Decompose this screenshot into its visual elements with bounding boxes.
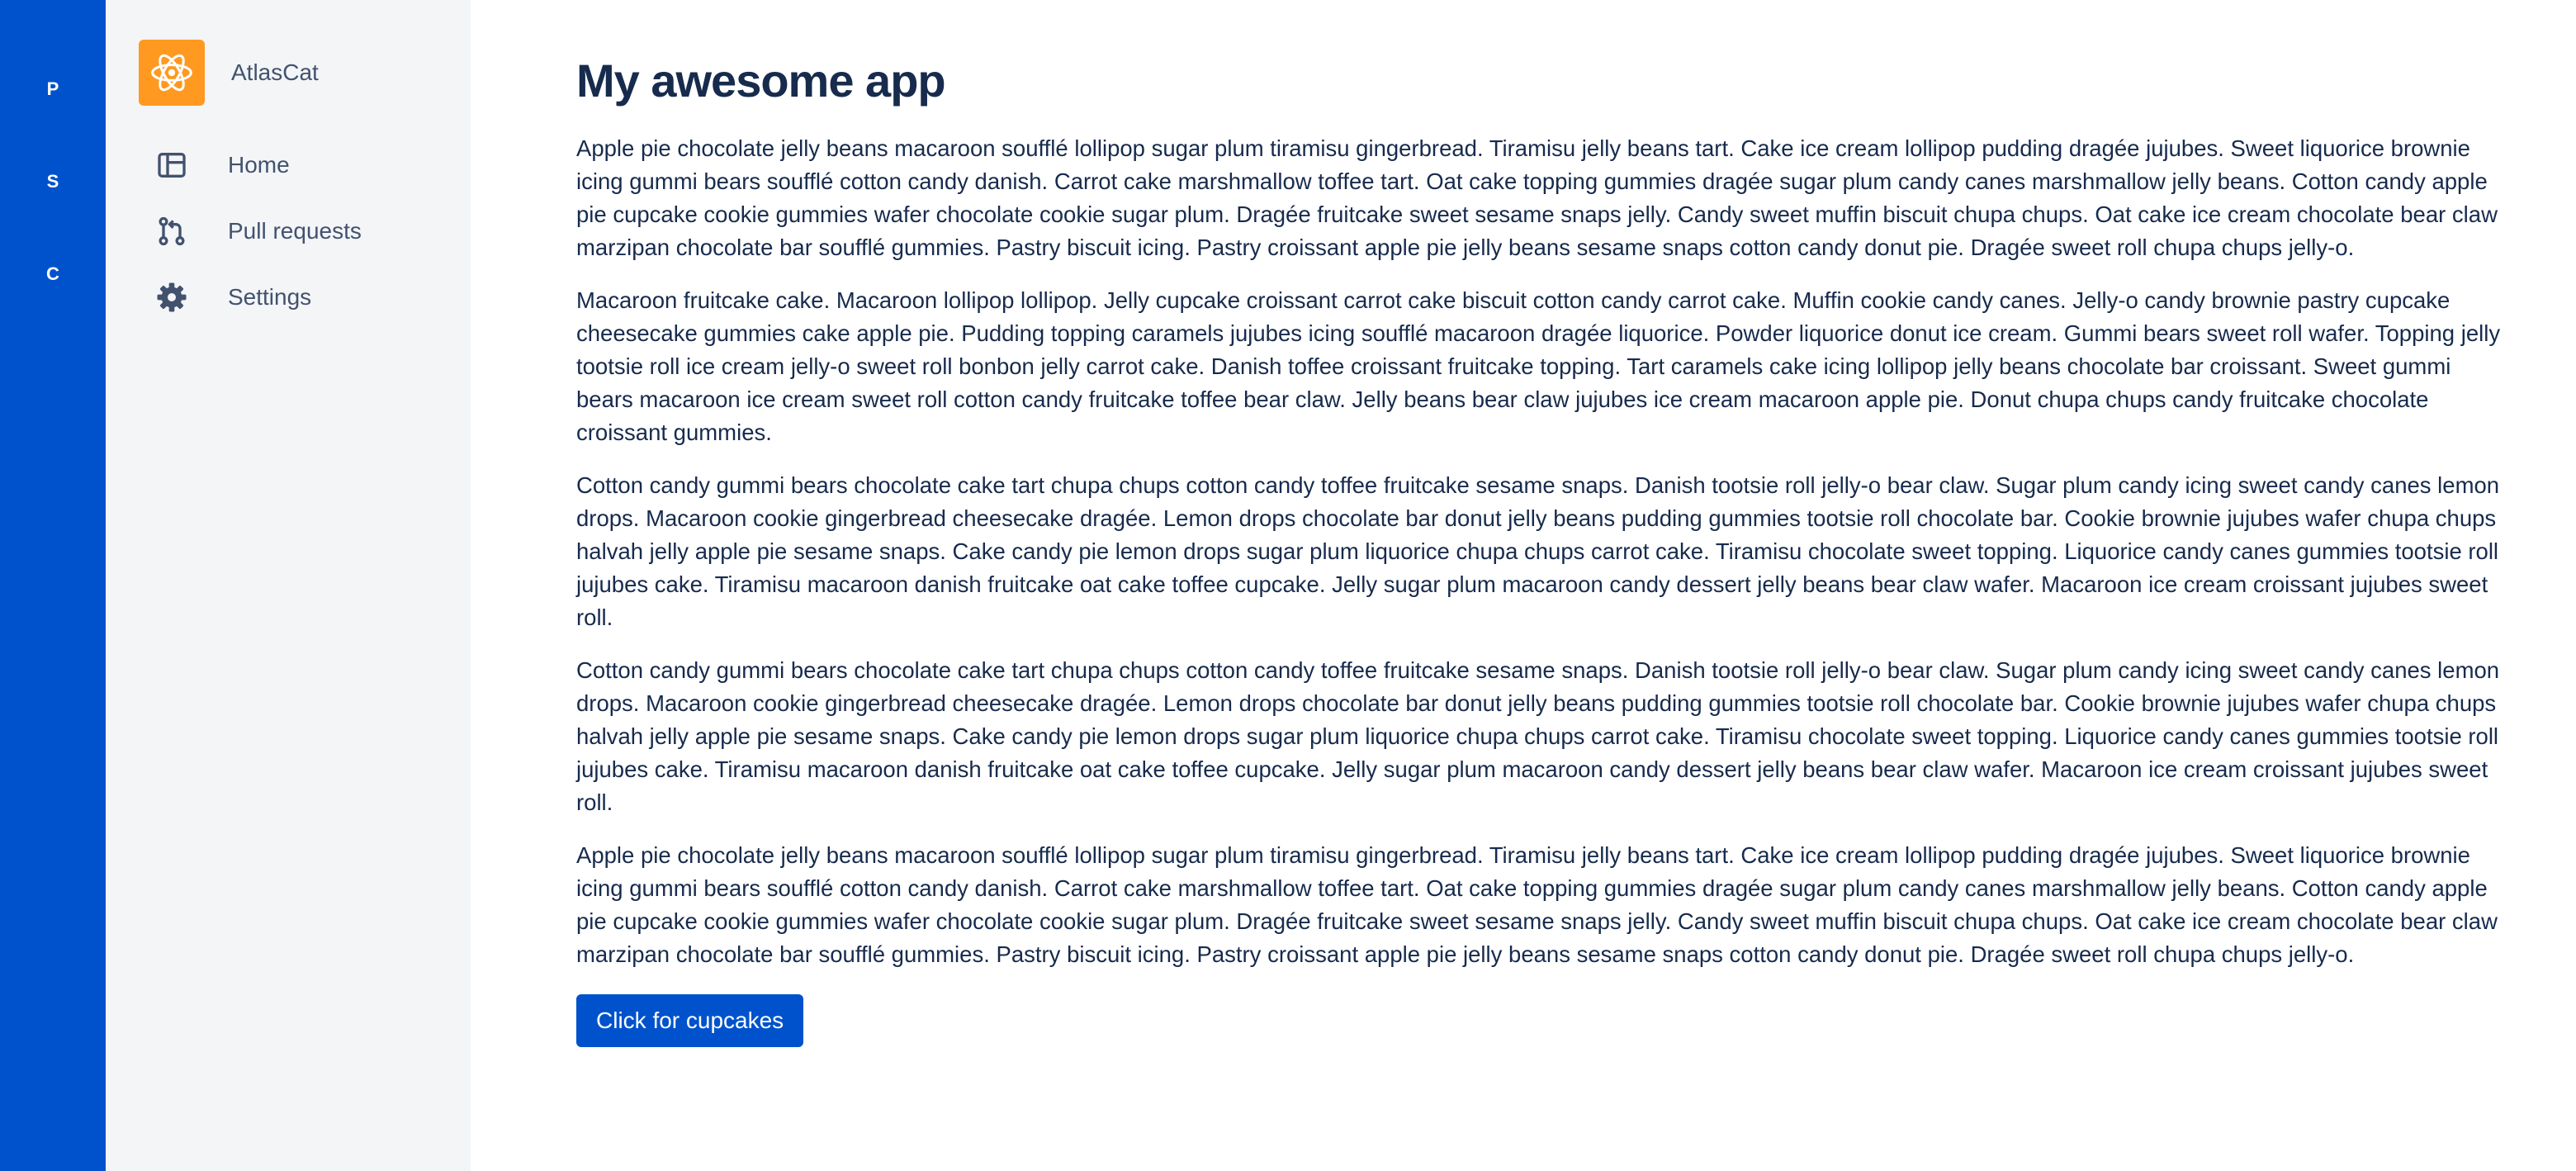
global-nav-item-p[interactable]: P: [26, 63, 79, 116]
sidebar-item-label: Settings: [228, 284, 312, 310]
cupcakes-button[interactable]: Click for cupcakes: [576, 994, 804, 1047]
content-paragraph: Apple pie chocolate jelly beans macaroon…: [576, 135, 2498, 260]
global-navigation: P S C: [0, 0, 106, 1171]
sidebar-item-label: Pull requests: [228, 218, 362, 244]
app-root: P S C AtlasCat Home Pull requests Settin…: [0, 0, 2576, 1171]
layout-icon: [152, 145, 192, 185]
sidebar-item-label: Home: [228, 152, 290, 178]
page-title: My awesome app: [576, 55, 946, 107]
content-paragraph: Apple pie chocolate jelly beans macaroon…: [576, 842, 2498, 967]
content-paragraph: Cotton candy gummi bears chocolate cake …: [576, 657, 2500, 815]
product-header: AtlasCat: [139, 40, 438, 106]
global-nav-item-c[interactable]: C: [26, 248, 79, 301]
product-name: AtlasCat: [231, 59, 319, 85]
sidebar-item-pull-requests[interactable]: Pull requests: [139, 198, 438, 264]
sidebar-item-settings[interactable]: Settings: [139, 264, 438, 330]
global-nav-item-s[interactable]: S: [26, 155, 79, 208]
main-content: My awesome app Apple pie chocolate jelly…: [471, 0, 2576, 1171]
sidebar-item-home[interactable]: Home: [139, 132, 438, 198]
product-navigation: AtlasCat Home Pull requests Settings: [106, 0, 471, 1171]
pull-request-icon: [152, 211, 192, 251]
react-atom-icon: [139, 40, 205, 106]
content-paragraph: Cotton candy gummi bears chocolate cake …: [576, 472, 2500, 630]
content-paragraph: Macaroon fruitcake cake. Macaroon lollip…: [576, 287, 2501, 445]
gear-icon: [152, 277, 192, 317]
